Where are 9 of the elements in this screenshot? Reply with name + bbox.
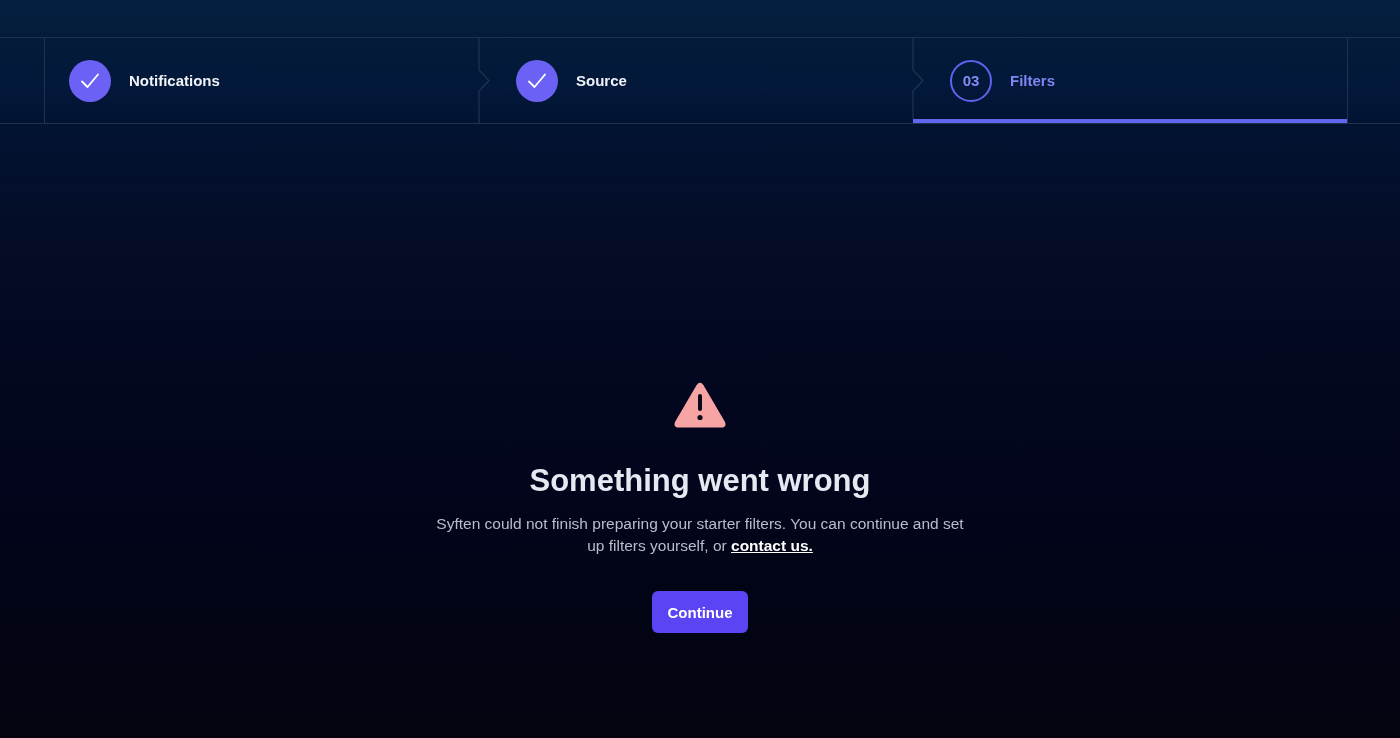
contact-link[interactable]: contact us.: [731, 537, 813, 554]
step-label: Source: [576, 72, 627, 89]
step-label: Notifications: [129, 72, 220, 89]
warning-icon: [674, 382, 726, 428]
step-number: 03: [950, 59, 992, 102]
step-label: Filters: [1010, 72, 1055, 89]
continue-button[interactable]: Continue: [652, 591, 748, 633]
error-message: Syften could not finish preparing your starter filters. You can continue and set up filters yourself, or contact us.: [435, 514, 965, 556]
error-title: Something went wrong: [529, 462, 871, 500]
